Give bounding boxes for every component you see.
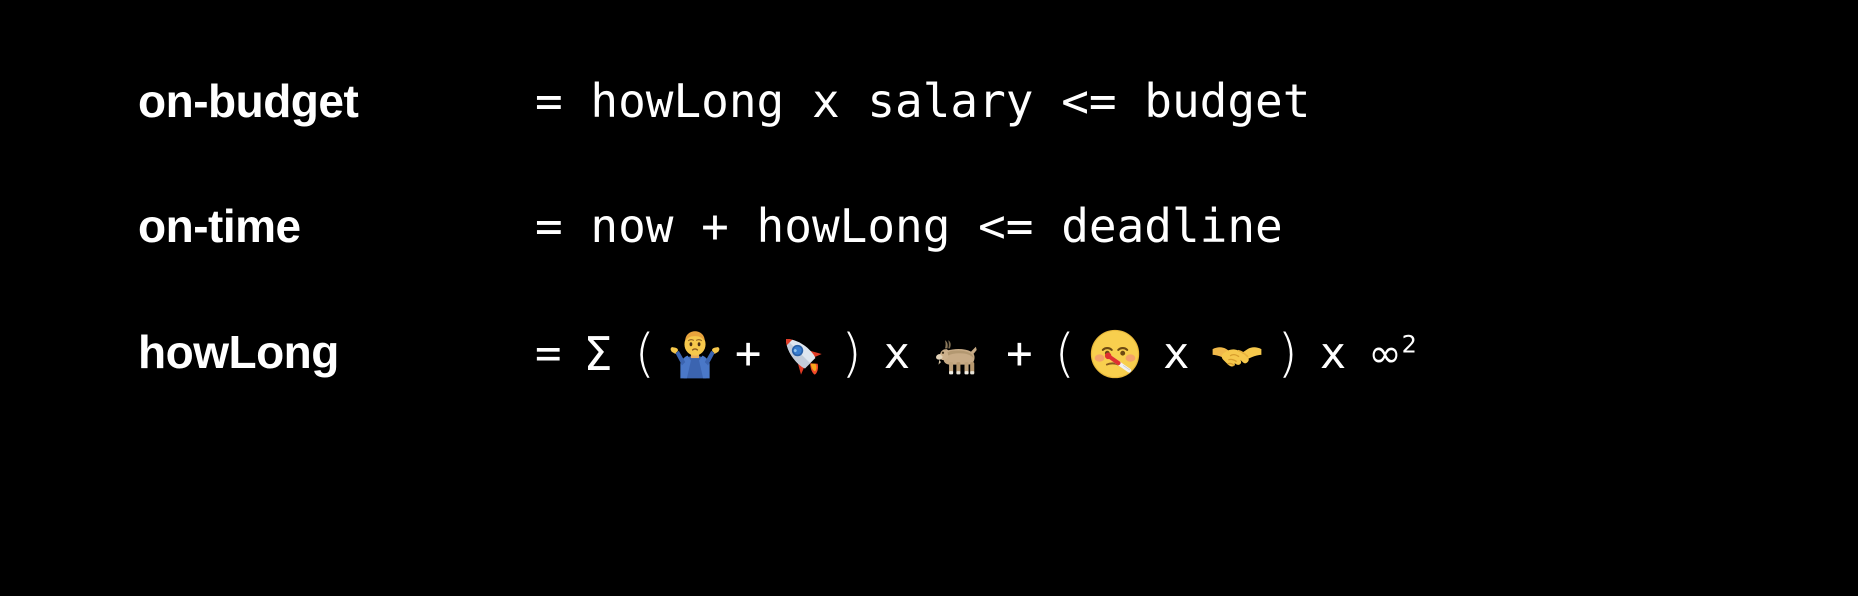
infinity-squared-symbol: ∞2 xyxy=(1368,330,1417,377)
multiplication-sign: x xyxy=(1162,328,1190,379)
equation-row: on-time = now + howLong <= deadline xyxy=(138,203,1838,328)
equals-sign: = xyxy=(535,328,562,379)
handshake-emoji xyxy=(1211,328,1263,380)
equation-row: howLong = Σ (+) x + (x) x ∞2 xyxy=(138,328,1838,453)
plus-sign: + xyxy=(734,328,762,379)
equation-row: on-budget = howLong x salary <= budget xyxy=(138,78,1838,203)
multiplication-sign: x xyxy=(1319,328,1347,379)
summation-sigma-symbol: Σ xyxy=(583,327,613,381)
goat-emoji xyxy=(932,328,984,380)
rocket-emoji xyxy=(775,328,827,380)
equation-expression: = now + howLong <= deadline xyxy=(535,199,1283,253)
multiplication-sign: x xyxy=(883,328,911,379)
slide-canvas: on-budget = howLong x salary <= budget o… xyxy=(0,0,1858,596)
equation-term-label: on-time xyxy=(138,200,301,252)
equation-term-label: on-budget xyxy=(138,75,359,127)
equation-expression: = howLong x salary <= budget xyxy=(535,74,1311,128)
close-paren: ) xyxy=(841,324,862,384)
man-shrugging-emoji xyxy=(669,328,721,380)
open-paren: ( xyxy=(634,324,655,384)
face-with-thermometer-emoji xyxy=(1089,328,1141,380)
open-paren: ( xyxy=(1054,324,1075,384)
plus-sign: + xyxy=(1006,328,1033,379)
close-paren: ) xyxy=(1277,324,1298,384)
equation-expression: = Σ (+) x + (x) x ∞2 xyxy=(535,328,1838,380)
exponent-glyph: 2 xyxy=(1401,330,1417,359)
equation-term-label: howLong xyxy=(138,326,339,378)
equation-list: on-budget = howLong x salary <= budget o… xyxy=(138,78,1838,453)
infinity-glyph: ∞ xyxy=(1368,331,1402,377)
